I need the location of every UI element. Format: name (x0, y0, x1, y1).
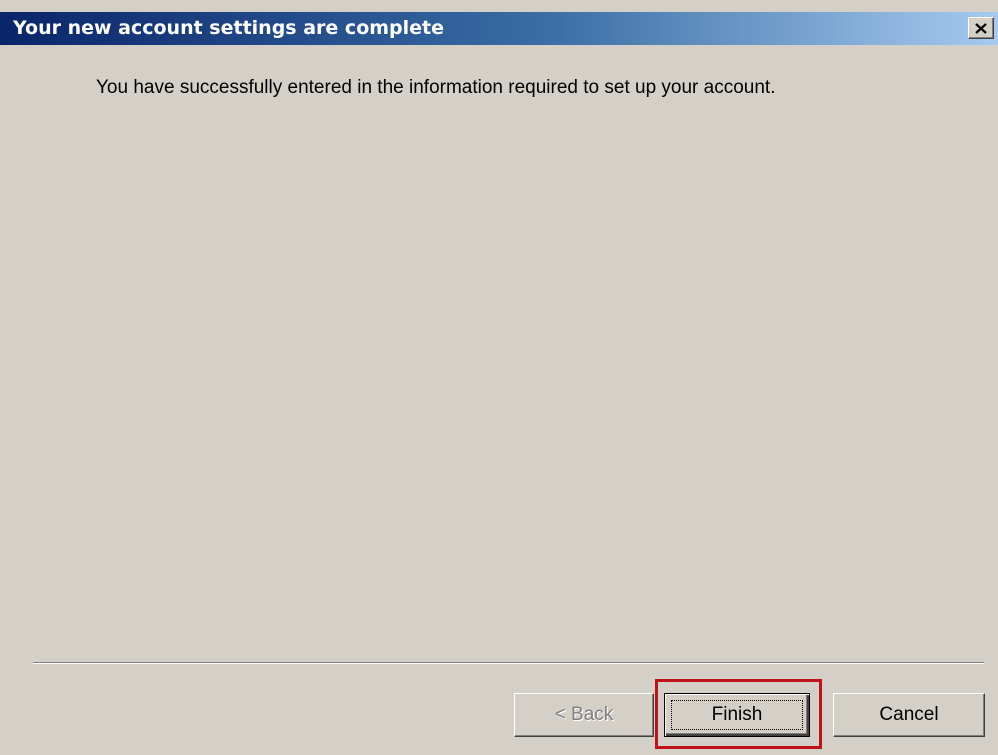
button-separator (33, 662, 984, 664)
title-bar[interactable]: Your new account settings are complete (0, 12, 998, 45)
close-icon (975, 22, 987, 34)
dialog-title: Your new account settings are complete (13, 17, 445, 39)
success-message: You have successfully entered in the inf… (96, 77, 776, 98)
cancel-button[interactable]: Cancel (833, 693, 985, 737)
account-setup-dialog: Your new account settings are complete Y… (0, 0, 998, 755)
finish-button-label: Finish (671, 700, 803, 730)
back-button[interactable]: < Back (514, 693, 654, 737)
close-button[interactable] (968, 17, 994, 39)
finish-button[interactable]: Finish (664, 693, 810, 737)
